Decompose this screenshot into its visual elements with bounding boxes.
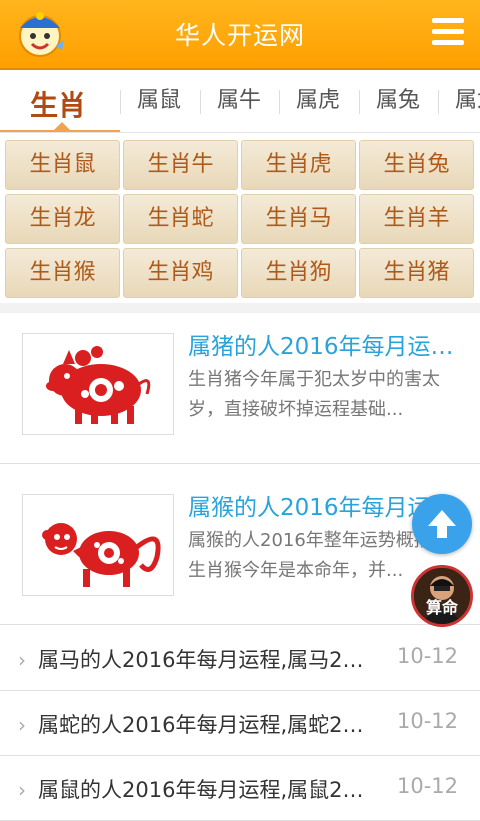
tab-shengxiao[interactable]: 生肖 — [0, 70, 120, 132]
zodiac-button-monkey[interactable]: 生肖猴 — [5, 248, 120, 298]
zodiac-button-rat[interactable]: 生肖鼠 — [5, 140, 120, 190]
monkey-papercut-icon — [22, 494, 174, 596]
page-title: 华人开运网 — [174, 21, 305, 50]
chevron-right-icon: › — [18, 648, 26, 672]
caret-up-icon — [54, 122, 70, 130]
chevron-right-icon: › — [18, 778, 26, 802]
fortune-label: 算命 — [425, 598, 458, 617]
list-item-title: 属马的人2016年每月运程,属马2016年运势 — [38, 648, 368, 672]
tab-divider — [200, 90, 201, 114]
zodiac-button-rooster[interactable]: 生肖鸡 — [123, 248, 238, 298]
zodiac-button-snake[interactable]: 生肖蛇 — [123, 194, 238, 244]
arrow-up-icon — [428, 510, 456, 538]
menu-icon[interactable] — [432, 18, 464, 46]
tab-tu[interactable]: 属兔 — [376, 70, 420, 132]
fortune-telling-button[interactable]: 算命 — [411, 565, 473, 627]
tab-divider — [279, 90, 280, 114]
list-item[interactable]: › 属蛇的人2016年每月运程,属蛇2016年运势 10-12 — [0, 691, 480, 756]
zodiac-button-pig[interactable]: 生肖猪 — [359, 248, 474, 298]
list-item[interactable]: › 属马的人2016年每月运程,属马2016年运势 10-12 — [0, 626, 480, 691]
zodiac-grid: 生肖鼠 生肖牛 生肖虎 生肖兔 生肖龙 生肖蛇 生肖马 生肖羊 生肖猴 生肖鸡 … — [5, 140, 475, 300]
tab-divider — [359, 90, 360, 114]
zodiac-button-rabbit[interactable]: 生肖兔 — [359, 140, 474, 190]
tab-long[interactable]: 属龙 — [455, 70, 480, 132]
list-item-date: 10-12 — [396, 774, 458, 798]
category-tabs: 生肖 属鼠 属牛 属虎 属兔 属龙 — [0, 70, 480, 133]
tab-shu[interactable]: 属鼠 — [137, 70, 181, 132]
app-header: 华人开运网 — [0, 0, 480, 70]
pig-papercut-icon — [22, 333, 174, 435]
zodiac-button-horse[interactable]: 生肖马 — [241, 194, 356, 244]
list-item[interactable]: › 属鼠的人2016年每月运程,属鼠2016年运势 10-12 — [0, 756, 480, 821]
tab-active-label: 生肖 — [30, 89, 87, 122]
article-summary: 生肖猪今年属于犯太岁中的害太岁，直接破坏掉运程基础... — [188, 369, 440, 420]
article-title[interactable]: 属猪的人2016年每月运程,属猪2016年运势 — [188, 327, 468, 361]
chevron-right-icon: › — [18, 713, 26, 737]
tab-divider — [438, 90, 439, 114]
list-item-date: 10-12 — [396, 709, 458, 733]
tab-niu[interactable]: 属牛 — [217, 70, 261, 132]
article-item[interactable]: 属猴的人2016年每月运程,属猴2016年运势 属猴的人2016年整年运势概括：… — [0, 474, 480, 625]
tab-divider — [120, 90, 121, 114]
tab-hu[interactable]: 属虎 — [296, 70, 340, 132]
section-divider — [0, 303, 480, 313]
zodiac-button-dragon[interactable]: 生肖龙 — [5, 194, 120, 244]
list-item-title: 属蛇的人2016年每月运程,属蛇2016年运势 — [38, 713, 368, 737]
article-item[interactable]: 属猪的人2016年每月运程,属猪2016年运势 生肖猪今年属于犯太岁中的害太岁，… — [0, 313, 480, 464]
list-item-date: 10-12 — [396, 644, 458, 668]
scroll-to-top-button[interactable] — [412, 494, 472, 554]
zodiac-button-tiger[interactable]: 生肖虎 — [241, 140, 356, 190]
zodiac-button-ox[interactable]: 生肖牛 — [123, 140, 238, 190]
zodiac-button-goat[interactable]: 生肖羊 — [359, 194, 474, 244]
zodiac-button-dog[interactable]: 生肖狗 — [241, 248, 356, 298]
